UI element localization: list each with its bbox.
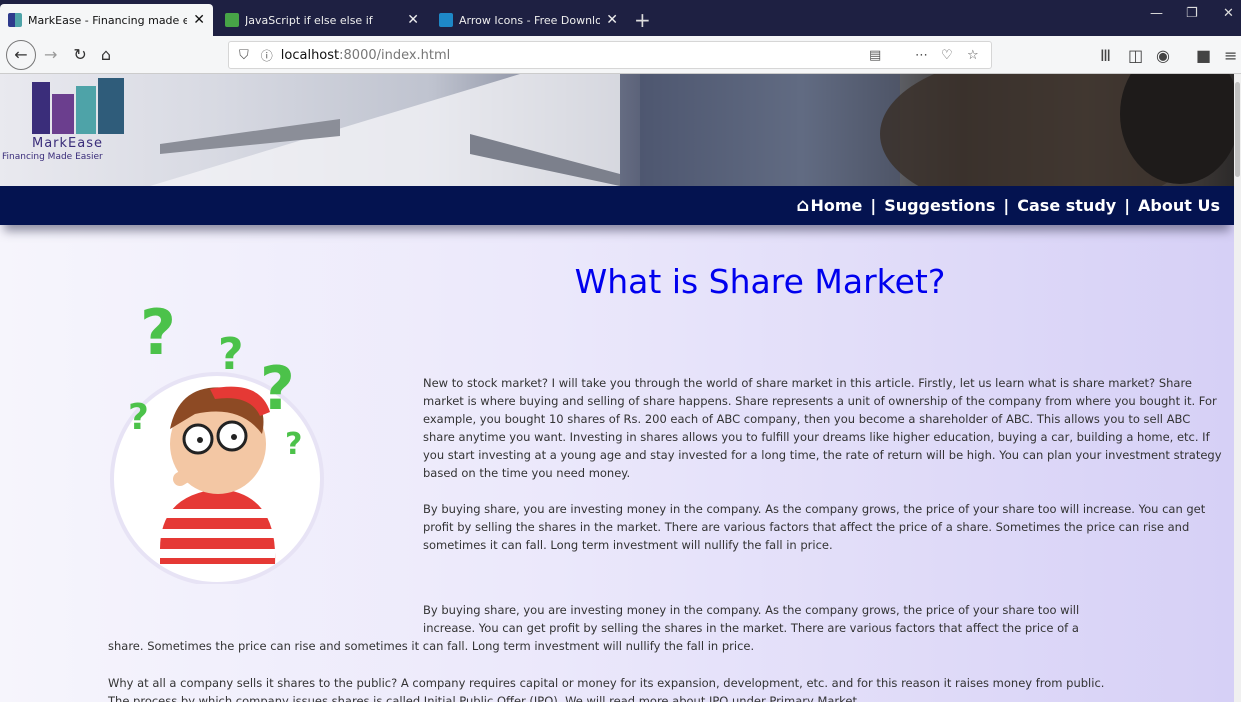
scrollbar-thumb[interactable]	[1235, 82, 1240, 177]
close-tab-icon[interactable]: ✕	[193, 12, 205, 28]
nav-separator: |	[1003, 196, 1010, 215]
icon-site-favicon-icon	[439, 13, 453, 27]
intro-paragraph: New to stock market? I will take you thr…	[423, 376, 1222, 480]
bookmark-star-icon[interactable]: ☆	[967, 48, 979, 63]
reader-view-icon[interactable]: ▤	[869, 48, 881, 63]
reload-icon[interactable]: ↻	[73, 45, 86, 64]
ipo-paragraph-line: The process by which company issues shar…	[108, 694, 861, 702]
browser-tab-javascript[interactable]: JavaScript if else else if ✕	[217, 4, 427, 36]
nav-link-case-study[interactable]: Case study	[1017, 196, 1116, 215]
nav-separator: |	[1124, 196, 1131, 215]
sidebar-icon[interactable]: ◫	[1128, 46, 1143, 65]
extensions-icon[interactable]: ■	[1196, 46, 1211, 65]
close-window-icon[interactable]: ✕	[1223, 6, 1234, 21]
logo-tagline: Financing Made Easier	[2, 152, 103, 162]
ipo-paragraph-line: Why at all a company sells it shares to …	[108, 676, 1105, 690]
new-tab-icon[interactable]: +	[634, 4, 651, 36]
tab-title: JavaScript if else else if	[245, 13, 373, 27]
header-banner: MarkEase Financing Made Easier	[0, 74, 1234, 186]
home-nav-icon[interactable]: ⌂	[797, 195, 810, 216]
browser-tab-arrow-icons[interactable]: Arrow Icons - Free Download, F ✕	[431, 4, 626, 36]
tab-title: Arrow Icons - Free Download, F	[459, 13, 601, 27]
browser-toolbar: ← → ↻ ⌂ ⛉ ⓘ localhost:8000/index.html ▤ …	[0, 36, 1241, 74]
repeat-paragraph-line: share. Sometimes the price can rise and …	[108, 639, 755, 653]
browser-tab-strip: MarkEase - Financing made eas ✕ JavaScri…	[0, 0, 1241, 36]
page-actions-icon[interactable]: ⋯	[915, 48, 928, 63]
page-title: What is Share Market?	[574, 262, 946, 301]
menu-icon[interactable]: ≡	[1224, 46, 1237, 65]
svg-text:?: ?	[218, 329, 244, 380]
repeat-paragraph-line: increase. You can get profit by selling …	[423, 621, 1079, 635]
growth-paragraph: By buying share, you are investing money…	[423, 502, 1206, 552]
close-tab-icon[interactable]: ✕	[407, 12, 419, 28]
svg-text:?: ?	[140, 296, 176, 369]
svg-text:?: ?	[285, 427, 302, 462]
url-path: :8000/index.html	[339, 47, 451, 63]
nav-link-about-us[interactable]: About Us	[1138, 196, 1220, 215]
svg-text:?: ?	[128, 397, 149, 438]
pocket-icon[interactable]: ♡	[941, 48, 953, 63]
home-icon[interactable]: ⌂	[101, 45, 111, 64]
nav-link-suggestions[interactable]: Suggestions	[884, 196, 995, 215]
site-logo[interactable]: MarkEase Financing Made Easier	[2, 76, 150, 166]
markease-favicon-icon	[8, 13, 22, 27]
w3schools-favicon-icon	[225, 13, 239, 27]
back-arrow-icon[interactable]: ←	[6, 39, 36, 70]
tab-title: MarkEase - Financing made eas	[28, 13, 188, 27]
web-page: MarkEase Financing Made Easier ⌂ Home | …	[0, 74, 1234, 702]
library-icon[interactable]: Ⅲ	[1100, 46, 1111, 65]
logo-name: MarkEase	[32, 136, 104, 151]
shield-icon[interactable]: ⛉	[239, 48, 249, 63]
site-navigation: ⌂ Home | Suggestions | Case study | Abou…	[0, 186, 1234, 225]
restore-icon[interactable]: ❐	[1186, 6, 1198, 21]
logo-bars-icon	[32, 78, 124, 134]
nav-separator: |	[870, 196, 877, 215]
banner-artwork	[150, 74, 1234, 186]
repeat-paragraph-line: By buying share, you are investing money…	[423, 603, 1080, 617]
confused-boy-illustration: ? ? ? ? ?	[110, 296, 324, 584]
url-bar[interactable]: ⛉ ⓘ localhost:8000/index.html ▤ ⋯ ♡ ☆	[228, 41, 992, 69]
nav-link-home[interactable]: Home	[810, 196, 862, 215]
account-icon[interactable]: ◉	[1156, 46, 1170, 65]
info-icon[interactable]: ⓘ	[261, 47, 273, 64]
url-host: localhost	[280, 47, 340, 63]
close-tab-icon[interactable]: ✕	[606, 12, 618, 28]
forward-arrow-icon[interactable]: →	[44, 45, 57, 64]
minimize-icon[interactable]: —	[1150, 6, 1163, 21]
browser-tab-markease[interactable]: MarkEase - Financing made eas ✕	[0, 4, 213, 36]
